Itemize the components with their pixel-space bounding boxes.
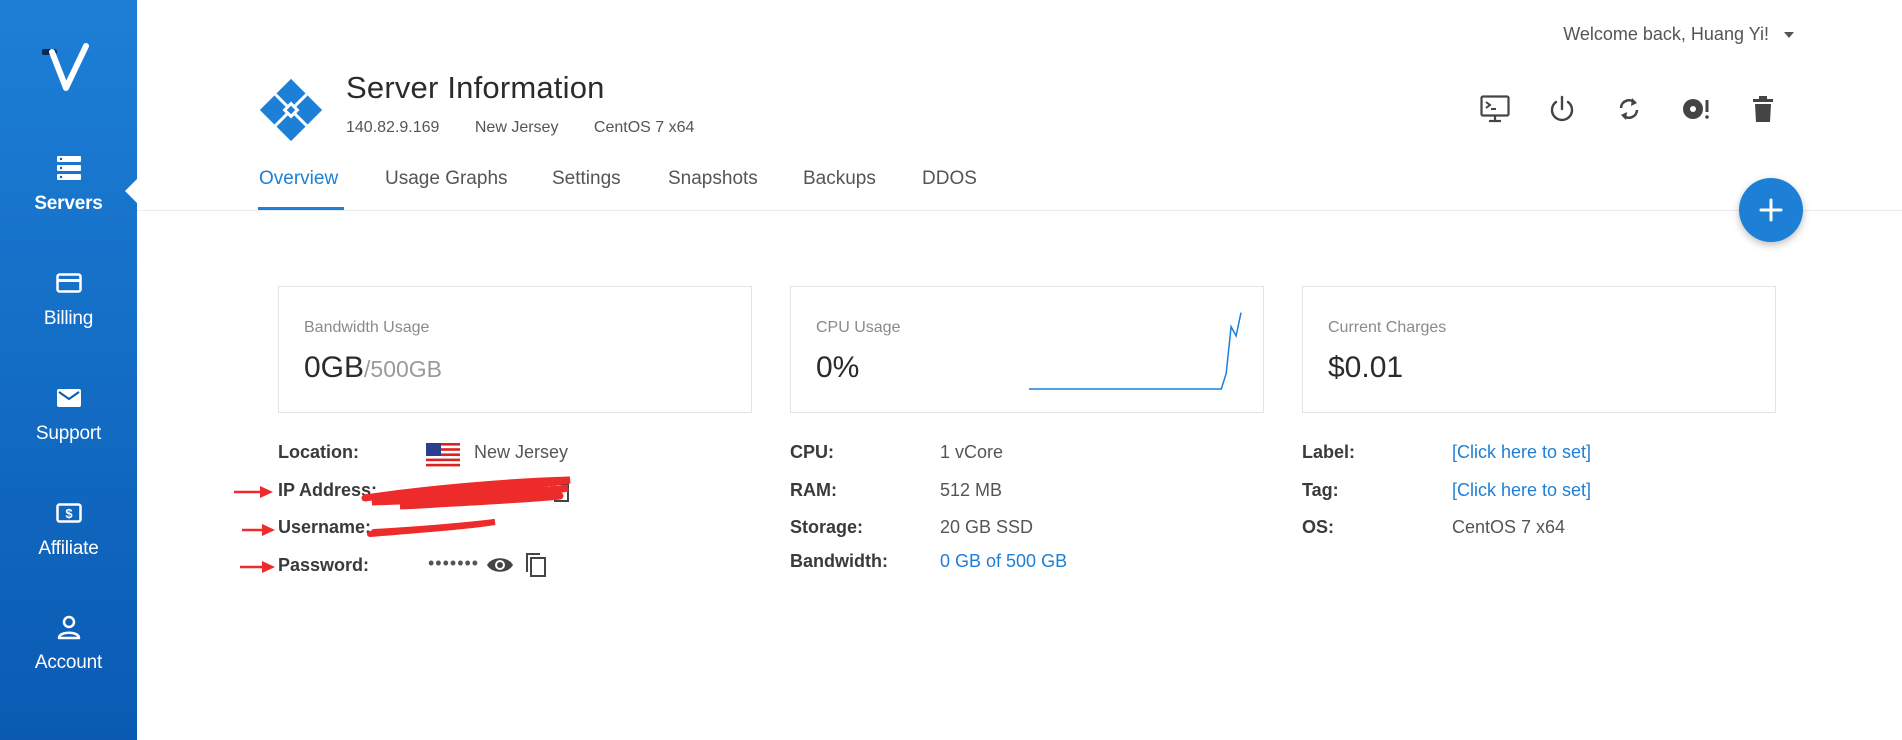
tab-snapshots[interactable]: Snapshots: [668, 168, 758, 190]
sparkline-series: [1029, 312, 1242, 390]
credit-card-icon: [55, 273, 82, 293]
ram-label: RAM:: [790, 480, 837, 500]
add-server-button[interactable]: [1739, 178, 1803, 242]
sidebar-item-billing[interactable]: Billing: [0, 270, 137, 330]
active-nav-indicator: [125, 178, 138, 204]
server-os: CentOS 7 x64: [593, 119, 695, 136]
iso-icon: [1683, 99, 1709, 119]
power-button[interactable]: [1545, 92, 1579, 126]
bandwidth-value: 0GB/500GB: [304, 351, 442, 385]
cpu-row: CPU: 1 vCore: [790, 442, 1120, 470]
label-row: Label: [Click here to set]: [1302, 442, 1632, 470]
set-tag-link[interactable]: [Click here to set]: [1452, 480, 1591, 501]
sidebar-item-affiliate[interactable]: $ Affiliate: [0, 500, 137, 560]
tab-ddos[interactable]: DDOS: [922, 168, 977, 190]
bandwidth-used: 0GB: [304, 351, 365, 384]
vultr-logo[interactable]: [42, 42, 96, 96]
set-label-link[interactable]: [Click here to set]: [1452, 442, 1591, 463]
label-label: Label:: [1302, 442, 1356, 462]
sidebar-item-label: Billing: [43, 308, 94, 329]
card-title: CPU Usage: [816, 319, 901, 336]
arrow-annotation-password: [240, 561, 275, 573]
cpu-sparkline: [1029, 312, 1242, 390]
bandwidth-card: Bandwidth Usage 0GB/500GB: [278, 286, 752, 413]
redaction-scribble: [361, 476, 571, 537]
bandwidth-link[interactable]: 0 GB of 500 GB: [940, 551, 1067, 572]
bandwidth-row: Bandwidth: 0 GB of 500 GB: [790, 551, 1120, 579]
tab-backups[interactable]: Backups: [803, 168, 876, 190]
sidebar-item-servers[interactable]: Servers: [0, 155, 137, 215]
restart-button[interactable]: [1612, 92, 1646, 126]
server-meta: 140.82.9.169 New Jersey CentOS 7 x64: [346, 119, 725, 137]
username-label: Username:: [278, 517, 372, 537]
envelope-icon: [56, 389, 81, 407]
location-value: New Jersey: [474, 442, 569, 462]
location-row: Location: New Jersey: [278, 442, 608, 470]
restart-icon: [1619, 98, 1639, 120]
ram-value: 512 MB: [940, 480, 1003, 500]
sidebar-item-account[interactable]: Account: [0, 614, 137, 674]
console-icon: [1480, 95, 1510, 123]
welcome-text: Welcome back, Huang Yi!: [1563, 24, 1769, 44]
sidebar-item-support[interactable]: Support: [0, 385, 137, 445]
dollar-icon: $: [55, 503, 82, 523]
tab-overview[interactable]: Overview: [259, 168, 338, 190]
cpu-card: CPU Usage 0%: [790, 286, 1264, 413]
tab-usage-graphs[interactable]: Usage Graphs: [385, 168, 508, 190]
user-menu[interactable]: Welcome back, Huang Yi!: [1563, 24, 1794, 45]
os-label: OS:: [1302, 517, 1335, 537]
console-button[interactable]: [1478, 92, 1512, 126]
password-mask: •••••••: [428, 553, 480, 573]
bandwidth-label: Bandwidth:: [790, 551, 888, 571]
ram-row: RAM: 512 MB: [790, 480, 1120, 508]
tab-divider: [137, 210, 1902, 211]
iso-button[interactable]: [1679, 92, 1713, 126]
bandwidth-total: /500GB: [364, 356, 443, 382]
svg-text:$: $: [65, 506, 73, 521]
storage-label: Storage:: [790, 517, 864, 537]
trash-icon: [1753, 96, 1773, 122]
cpu-value: 1 vCore: [940, 442, 1004, 462]
storage-row: Storage: 20 GB SSD: [790, 517, 1120, 545]
sidebar-item-label: Servers: [34, 193, 103, 214]
power-icon: [1550, 95, 1574, 122]
plus-icon: [1759, 198, 1783, 222]
password-row: Password: •••••••: [278, 552, 608, 583]
tab-settings[interactable]: Settings: [552, 168, 621, 190]
server-ip: 140.82.9.169: [346, 119, 440, 136]
page-title: Server Information: [346, 70, 605, 105]
sidebar: Servers Billing Support $ Affiliate Acco…: [0, 0, 138, 740]
destroy-button[interactable]: [1746, 92, 1780, 126]
card-title: Bandwidth Usage: [304, 319, 430, 336]
os-row: OS: CentOS 7 x64: [1302, 517, 1632, 545]
server-location: New Jersey: [474, 119, 559, 136]
cpu-label: CPU:: [790, 442, 834, 462]
caret-down-icon: [1784, 32, 1794, 39]
servers-icon: [56, 156, 81, 180]
charges-card: Current Charges $0.01: [1302, 286, 1776, 413]
sidebar-item-label: Account: [34, 652, 103, 673]
card-title: Current Charges: [1328, 319, 1447, 336]
sidebar-item-label: Affiliate: [38, 538, 99, 559]
user-icon: [57, 615, 80, 640]
password-label: Password:: [278, 555, 370, 575]
copy-icon[interactable]: [524, 552, 548, 578]
cpu-value: 0%: [816, 351, 860, 384]
tag-row: Tag: [Click here to set]: [1302, 480, 1632, 508]
sidebar-item-label: Support: [35, 423, 102, 444]
charges-value: $0.01: [1328, 351, 1404, 384]
tag-label: Tag:: [1302, 480, 1339, 500]
centos-icon: [259, 78, 323, 142]
arrow-annotation-ip: [234, 486, 273, 498]
arrow-annotation-username: [242, 524, 275, 536]
eye-icon[interactable]: [486, 555, 514, 575]
location-label: Location:: [278, 442, 359, 462]
us-flag-icon: [426, 443, 460, 467]
storage-value: 20 GB SSD: [940, 517, 1034, 537]
os-value: CentOS 7 x64: [1452, 517, 1566, 537]
